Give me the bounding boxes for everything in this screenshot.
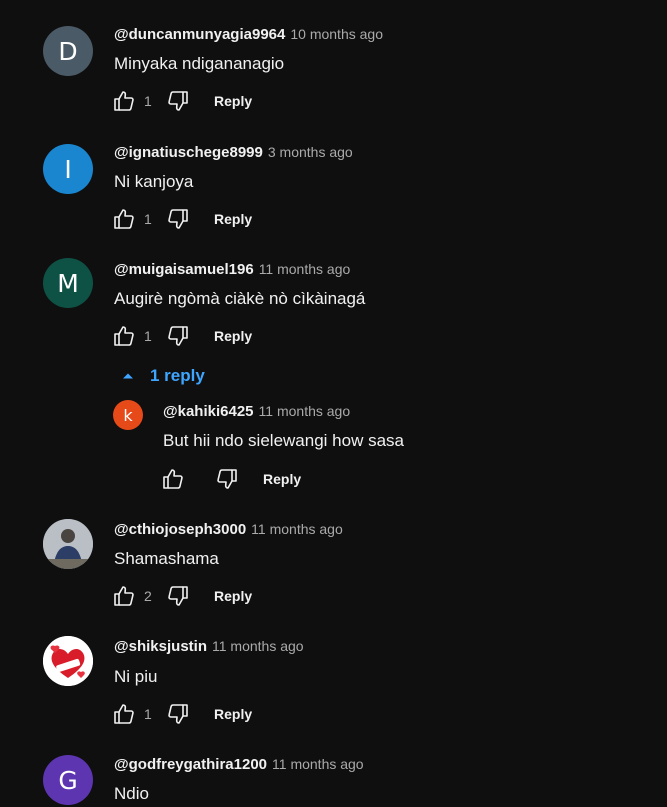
dislike-icon <box>168 704 188 724</box>
comment-text: Ndio <box>114 784 149 803</box>
author-name[interactable]: @cthiojoseph3000 <box>114 521 246 538</box>
like-icon <box>114 91 134 111</box>
like-count: 1 <box>144 328 152 344</box>
comment-actions: 1 Reply <box>110 322 252 350</box>
author-name[interactable]: @shiksjustin <box>114 638 207 655</box>
comment-header: @shiksjustin 11 months ago <box>114 638 304 655</box>
like-count: 2 <box>144 588 152 604</box>
like-count: 1 <box>144 706 152 722</box>
author-name[interactable]: @ignatiuschege8999 <box>114 144 263 161</box>
dislike-icon <box>168 209 188 229</box>
comment-header: @kahiki6425 11 months ago <box>163 403 350 420</box>
comment-text: Ni kanjoya <box>114 172 194 191</box>
dislike-icon <box>168 586 188 606</box>
reply-button[interactable]: Reply <box>263 471 301 487</box>
dislike-button[interactable] <box>164 205 192 233</box>
comment-header: @godfreygathira1200 11 months ago <box>114 756 364 773</box>
avatar[interactable]: I <box>43 144 93 194</box>
reply-button[interactable]: Reply <box>214 588 252 604</box>
comment-actions: 1 Reply <box>110 87 252 115</box>
comment-text: But hii ndo sielewangi how sasa <box>163 431 404 450</box>
timestamp[interactable]: 3 months ago <box>268 144 353 160</box>
like-icon <box>114 326 134 346</box>
dislike-icon <box>168 326 188 346</box>
like-button[interactable] <box>159 465 187 493</box>
replies-toggle-label: 1 reply <box>150 366 205 385</box>
reply-button[interactable]: Reply <box>214 211 252 227</box>
replies-toggle[interactable]: 1 reply <box>118 366 205 386</box>
author-name[interactable]: @godfreygathira1200 <box>114 756 267 773</box>
avatar[interactable]: k <box>113 400 143 430</box>
chevron-up-icon <box>123 373 133 379</box>
timestamp[interactable]: 11 months ago <box>251 521 343 537</box>
avatar[interactable] <box>43 519 93 569</box>
author-name[interactable]: @duncanmunyagia9964 <box>114 26 285 43</box>
timestamp[interactable]: 11 months ago <box>212 638 304 654</box>
like-icon <box>163 469 183 489</box>
comment-text: Augirè ngòmà ciàkè nò cìkàinagá <box>114 289 366 308</box>
dislike-button[interactable] <box>164 322 192 350</box>
like-button[interactable] <box>110 582 138 610</box>
reply-button[interactable]: Reply <box>214 706 252 722</box>
comment-text: Ni piu <box>114 667 158 686</box>
comment-text: Shamashama <box>114 549 219 568</box>
comment-header: @duncanmunyagia9964 10 months ago <box>114 26 383 43</box>
reply-button[interactable]: Reply <box>214 328 252 344</box>
like-button[interactable] <box>110 322 138 350</box>
dislike-button[interactable] <box>213 465 241 493</box>
dislike-button[interactable] <box>164 582 192 610</box>
dislike-icon <box>168 91 188 111</box>
timestamp[interactable]: 11 months ago <box>259 403 351 419</box>
timestamp[interactable]: 10 months ago <box>290 26 383 42</box>
comment-header: @ignatiuschege8999 3 months ago <box>114 144 353 161</box>
dislike-icon <box>217 469 237 489</box>
comment-actions: Reply <box>159 465 301 493</box>
dislike-button[interactable] <box>164 700 192 728</box>
timestamp[interactable]: 11 months ago <box>259 261 351 277</box>
comment-text: Minyaka ndigananagio <box>114 54 285 73</box>
person-photo-icon <box>43 519 93 569</box>
comment-header: @cthiojoseph3000 11 months ago <box>114 521 343 538</box>
avatar[interactable]: G <box>43 755 93 805</box>
author-name[interactable]: @muigaisamuel196 <box>114 261 254 278</box>
like-button[interactable] <box>110 700 138 728</box>
like-count: 1 <box>144 93 152 109</box>
like-button[interactable] <box>110 205 138 233</box>
timestamp[interactable]: 11 months ago <box>272 756 364 772</box>
comment-actions: 1 Reply <box>110 205 252 233</box>
avatar[interactable] <box>43 636 93 686</box>
comment-actions: 1 Reply <box>110 700 252 728</box>
like-icon <box>114 704 134 724</box>
like-icon <box>114 209 134 229</box>
avatar[interactable]: M <box>43 258 93 308</box>
comment-actions: 2 Reply <box>110 582 252 610</box>
love-hearts-icon <box>43 636 93 686</box>
comment-header: @muigaisamuel196 11 months ago <box>114 261 350 278</box>
like-icon <box>114 586 134 606</box>
dislike-button[interactable] <box>164 87 192 115</box>
like-button[interactable] <box>110 87 138 115</box>
reply-button[interactable]: Reply <box>214 93 252 109</box>
author-name[interactable]: @kahiki6425 <box>163 403 254 420</box>
avatar[interactable]: D <box>43 26 93 76</box>
like-count: 1 <box>144 211 152 227</box>
